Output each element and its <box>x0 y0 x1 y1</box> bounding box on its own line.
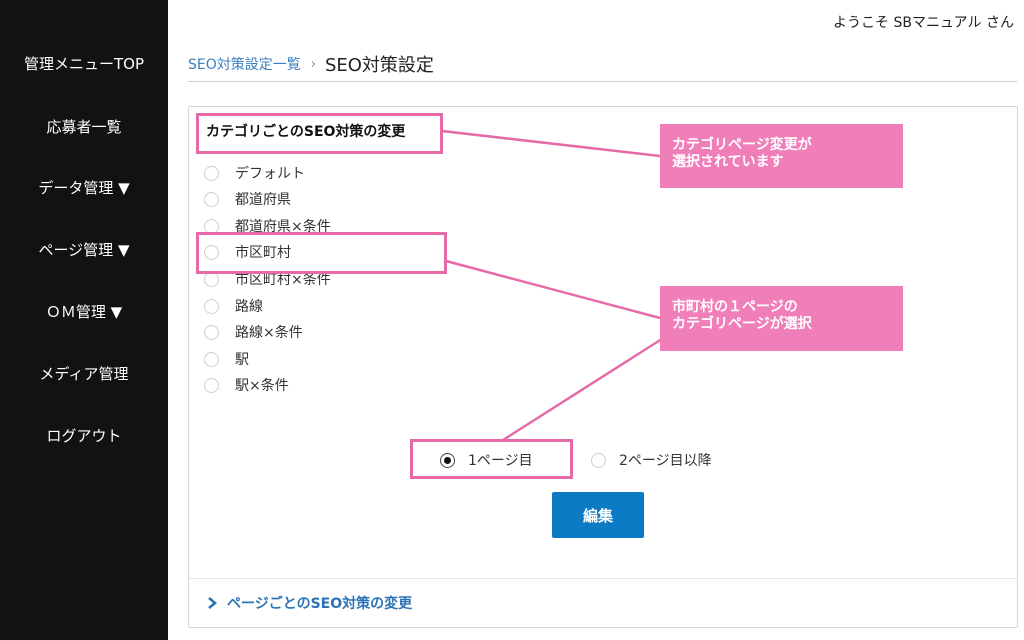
highlight-city-option <box>196 232 447 274</box>
sidebar-item-om-management[interactable]: ＯＭ管理 ▼ <box>0 301 168 322</box>
sidebar: 管理メニューTOP 応募者一覧 データ管理 ▼ ページ管理 ▼ ＯＭ管理 ▼ メ… <box>0 0 168 640</box>
breadcrumb: SEO対策設定一覧 › SEO対策設定 <box>188 50 434 78</box>
highlight-first-page-option <box>410 439 573 479</box>
page-seo-toggle[interactable]: ページごとのSEO対策の変更 <box>205 593 412 613</box>
category-option-label: デフォルト <box>235 166 305 182</box>
callout-line: カテゴリページが選択 <box>672 316 812 332</box>
category-option-line-condition[interactable]: 路線×条件 <box>204 320 303 344</box>
highlight-category-title <box>196 113 443 154</box>
page-title: SEO対策設定 <box>324 55 434 76</box>
callout-line: 市町村の１ページの <box>672 299 798 315</box>
radio-button[interactable] <box>204 191 219 207</box>
callout-line: カテゴリページ変更が <box>672 137 812 153</box>
header-divider <box>188 81 1017 82</box>
radio-button[interactable] <box>204 298 219 314</box>
page-seo-label: ページごとのSEO対策の変更 <box>227 596 413 612</box>
radio-button[interactable] <box>591 452 606 468</box>
radio-button[interactable] <box>204 324 219 340</box>
edit-button[interactable]: 編集 <box>552 492 644 538</box>
category-option-label: 駅 <box>235 352 249 368</box>
breadcrumb-seo-list-link[interactable]: SEO対策設定一覧 <box>188 54 301 74</box>
page-option-label: 2ページ目以降 <box>619 453 712 469</box>
radio-button[interactable] <box>204 377 219 393</box>
category-option-station[interactable]: 駅 <box>204 347 249 371</box>
annotation-callout-category: カテゴリページ変更が 選択されています <box>660 124 903 188</box>
breadcrumb-separator: › <box>310 56 316 72</box>
sidebar-item-admin-top[interactable]: 管理メニューTOP <box>0 53 168 74</box>
radio-button[interactable] <box>204 165 219 181</box>
sidebar-item-media-management[interactable]: メディア管理 <box>0 363 168 384</box>
category-option-label: 駅×条件 <box>235 378 289 394</box>
category-option-prefecture[interactable]: 都道府県 <box>204 187 291 211</box>
top-bar: ようこそ SBマニュアル さん <box>168 0 1024 44</box>
sidebar-item-data-management[interactable]: データ管理 ▼ <box>0 177 168 198</box>
category-option-line[interactable]: 路線 <box>204 294 263 318</box>
category-option-label: 都道府県 <box>235 192 291 208</box>
category-option-label: 路線 <box>235 299 263 315</box>
chevron-right-icon <box>208 597 218 609</box>
sidebar-item-logout[interactable]: ログアウト <box>0 425 168 446</box>
callout-line: 選択されています <box>672 154 784 170</box>
category-option-default[interactable]: デフォルト <box>204 161 305 185</box>
annotation-callout-city: 市町村の１ページの カテゴリページが選択 <box>660 286 903 351</box>
category-option-label: 路線×条件 <box>235 325 303 341</box>
sidebar-item-page-management[interactable]: ページ管理 ▼ <box>0 239 168 260</box>
welcome-message: ようこそ SBマニュアル さん <box>833 15 1014 31</box>
radio-button[interactable] <box>204 351 219 367</box>
category-option-station-condition[interactable]: 駅×条件 <box>204 373 289 397</box>
panel-divider <box>189 578 1017 579</box>
sidebar-item-applicants[interactable]: 応募者一覧 <box>0 116 168 137</box>
page-option-rest[interactable]: 2ページ目以降 <box>591 448 712 472</box>
